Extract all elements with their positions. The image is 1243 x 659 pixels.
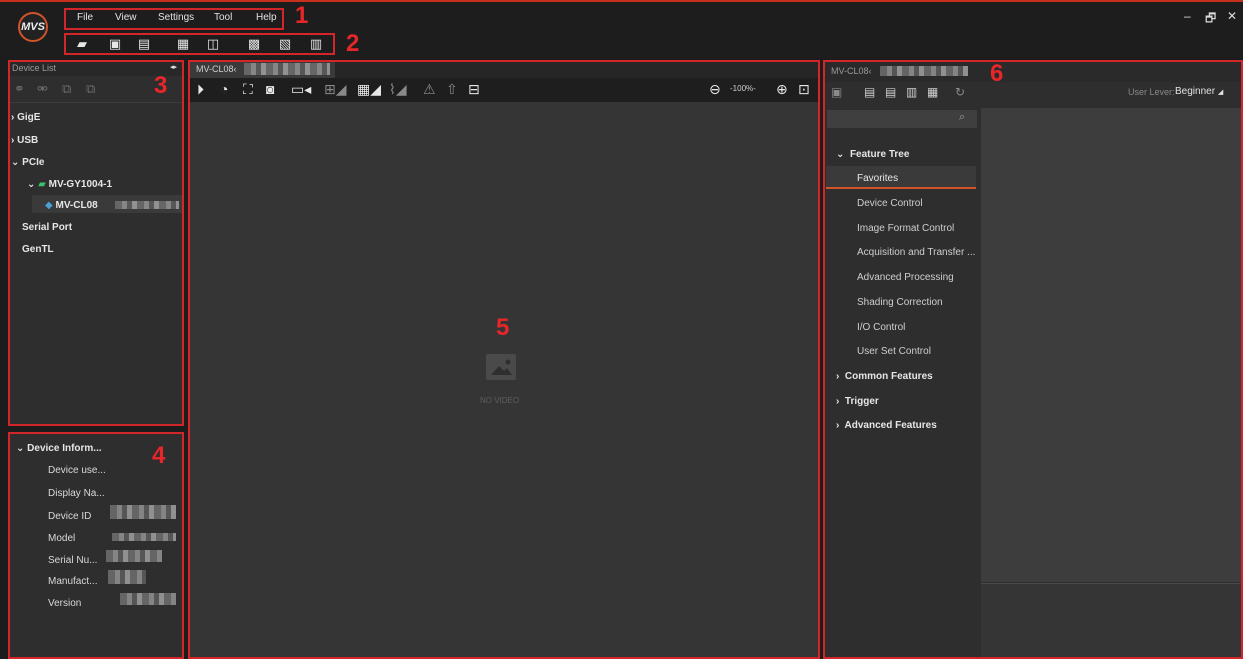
annotation-label-2: 2	[346, 30, 360, 57]
window-icon[interactable]: ◫	[206, 37, 220, 50]
image-view-highlight	[188, 60, 820, 659]
save-icon[interactable]: ▣	[108, 37, 122, 50]
restore-icon[interactable]: 🗗	[1205, 9, 1216, 30]
export-icon[interactable]: ▧	[278, 37, 292, 50]
minimize-icon[interactable]: –	[1184, 9, 1191, 23]
mvs-app-window: MVS File View Settings Tool Help 1 ▰ ▣ ▤…	[0, 0, 1243, 659]
menu-view[interactable]: View	[115, 12, 137, 23]
menu-tool[interactable]: Tool	[214, 12, 232, 23]
save-as-icon[interactable]: ▤	[137, 37, 151, 50]
open-folder-icon[interactable]: ▰	[75, 37, 89, 50]
close-icon[interactable]: ✕	[1227, 9, 1237, 23]
device-list-highlight	[8, 60, 184, 426]
waveform-icon[interactable]: ▩	[247, 37, 261, 50]
device-config-icon[interactable]: ▦	[176, 37, 190, 50]
list-icon[interactable]: ▥	[309, 37, 323, 50]
menu-file[interactable]: File	[77, 12, 93, 23]
feature-panel-highlight	[823, 60, 1243, 659]
annotation-label-1: 1	[295, 2, 309, 29]
toolbar-highlight	[64, 33, 335, 55]
device-info-highlight	[8, 432, 184, 659]
menu-help[interactable]: Help	[256, 12, 277, 23]
menu-settings[interactable]: Settings	[158, 12, 194, 23]
mvs-logo: MVS	[18, 12, 48, 42]
